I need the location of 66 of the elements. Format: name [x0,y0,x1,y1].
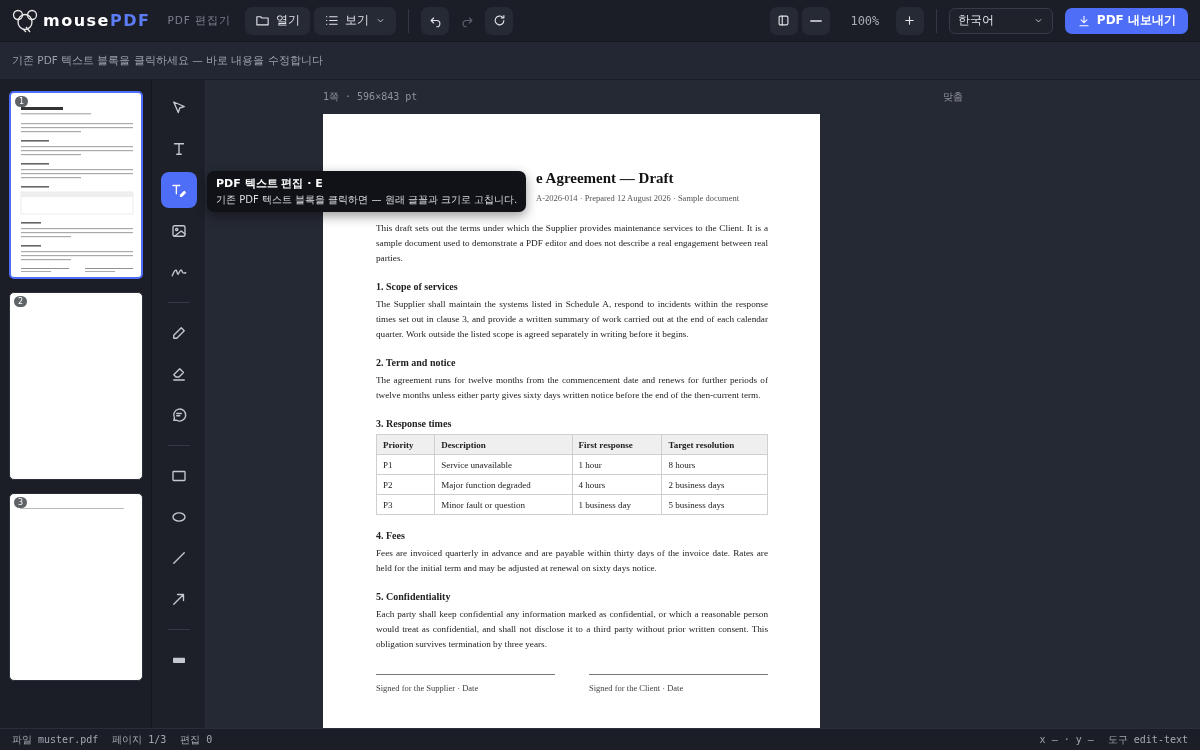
export-button[interactable]: PDF 내보내기 [1064,7,1188,34]
table-cell: Service unavailable [434,454,573,475]
table-header: Target resolution [661,434,768,455]
tooltip-description: 기존 PDF 텍스트 블록을 클릭하면 — 원래 글꼴과 크기로 고칩니다. [216,193,518,207]
document-title: e Agreement — Draft [536,170,675,187]
hint-text: 기존 PDF 텍스트 블록을 클릭하세요 — 바로 내용을 수정합니다 [12,53,323,68]
image-icon [169,222,188,240]
table-cell: 1 business day [572,494,662,515]
page-number-badge: 2 [14,296,28,307]
active-tool: 도구 edit-text [1107,732,1188,747]
table-header: Priority [376,434,435,455]
signature-line: Signed for the Supplier · Date [376,674,555,694]
table-cell: 2 business days [661,474,768,495]
table-cell: P1 [376,454,435,475]
table-cell: Major function degraded [434,474,573,495]
tooltip-title: PDF 텍스트 편집 · E [216,176,324,191]
page-number-badge: 1 [15,96,29,107]
page-thumbnail[interactable]: 2 [9,292,143,480]
page-info: 1쪽 · 596×843 pt [323,90,418,104]
table-cell: P3 [376,494,435,515]
table-cell: 4 hours [572,474,662,495]
paragraph: Each party shall keep confidential any information marked as confidential, or which a reasonable person would treat as confidential, and shall not disclose it to a third party without prior written consent. This obligation survives termination by three years. [376,608,768,651]
brand-name: mouse [43,11,110,30]
table-cell: P2 [376,474,435,495]
folder-icon [255,13,271,28]
edit-count: 편집 0 [180,732,213,747]
paragraph: This draft sets out the terms under which the Supplier provides maintenance services to the Client. It is a sample document used to demonstrate a PDF editor and does not describe a real engagement between real parties. [376,222,768,265]
minus-icon [809,19,822,22]
list-icon [324,13,340,28]
undo-button[interactable] [421,6,450,35]
document-meta: A-2026-014 · Prepared 12 August 2026 · Sample document [536,193,741,203]
mouse-logo-icon [12,8,38,33]
zoom-out-button[interactable] [801,6,830,35]
language-dropdown[interactable]: 한국어 [948,7,1053,34]
page-thumbnail[interactable]: 3 [9,493,143,681]
page-counter: 페이지 1/3 [112,732,167,747]
section-heading: 3. Response times [376,418,453,429]
file-name: 파일 muster.pdf [12,732,99,747]
paragraph: Fees are invoiced quarterly in advance and are payable within thirty days of the invoice date. Rates are held for the initial term and may be adjusted at renewal on sixty days notice. [376,547,768,575]
paragraph: The agreement runs for twelve months from the commencement date and renews for further periods of twelve months unless either party gives sixty days written notice before the end of the then-current term. [376,374,768,402]
fit-label: 맞춤 [943,90,963,104]
table-header: First response [572,434,662,455]
tool-button[interactable] [160,172,197,208]
open-button[interactable]: 열기 [245,6,311,35]
section-heading: 2. Term and notice [376,357,457,368]
table-cell: 8 hours [661,454,768,475]
zoom-level: 100% [849,13,881,28]
signature-line: Signed for the Client · Date [589,674,768,694]
table-cell: 5 business days [661,494,768,515]
sidebar-icon [776,13,792,28]
page-thumbnail[interactable]: 1 [9,91,143,279]
refresh-button[interactable] [485,6,514,35]
download-icon [1076,13,1091,28]
app-subtitle: PDF 편집기 [167,13,232,28]
section-heading: 5. Confidentiality [376,591,452,602]
cursor-coordinates: x — · y — [1039,734,1094,745]
paragraph: The Supplier shall maintain the systems listed in Schedule A, respond to incidents within the response times set out in clause 3, and provide a written summary of work carried out at the end of each calendar quarter. Work outside the listed scope is agreed separately in writing before it begins. [376,298,768,341]
sidebar-toggle-button[interactable] [769,6,798,35]
brand-accent: PDF [109,11,151,30]
table-cell: 1 hour [572,454,662,475]
table-cell: Minor fault or question [434,494,573,515]
section-heading: 1. Scope of services [376,281,459,292]
section-heading: 4. Fees [376,530,406,541]
page-number-badge: 3 [14,497,28,508]
view-menu-button[interactable]: 보기 [314,6,397,35]
table-header: Description [434,434,573,455]
